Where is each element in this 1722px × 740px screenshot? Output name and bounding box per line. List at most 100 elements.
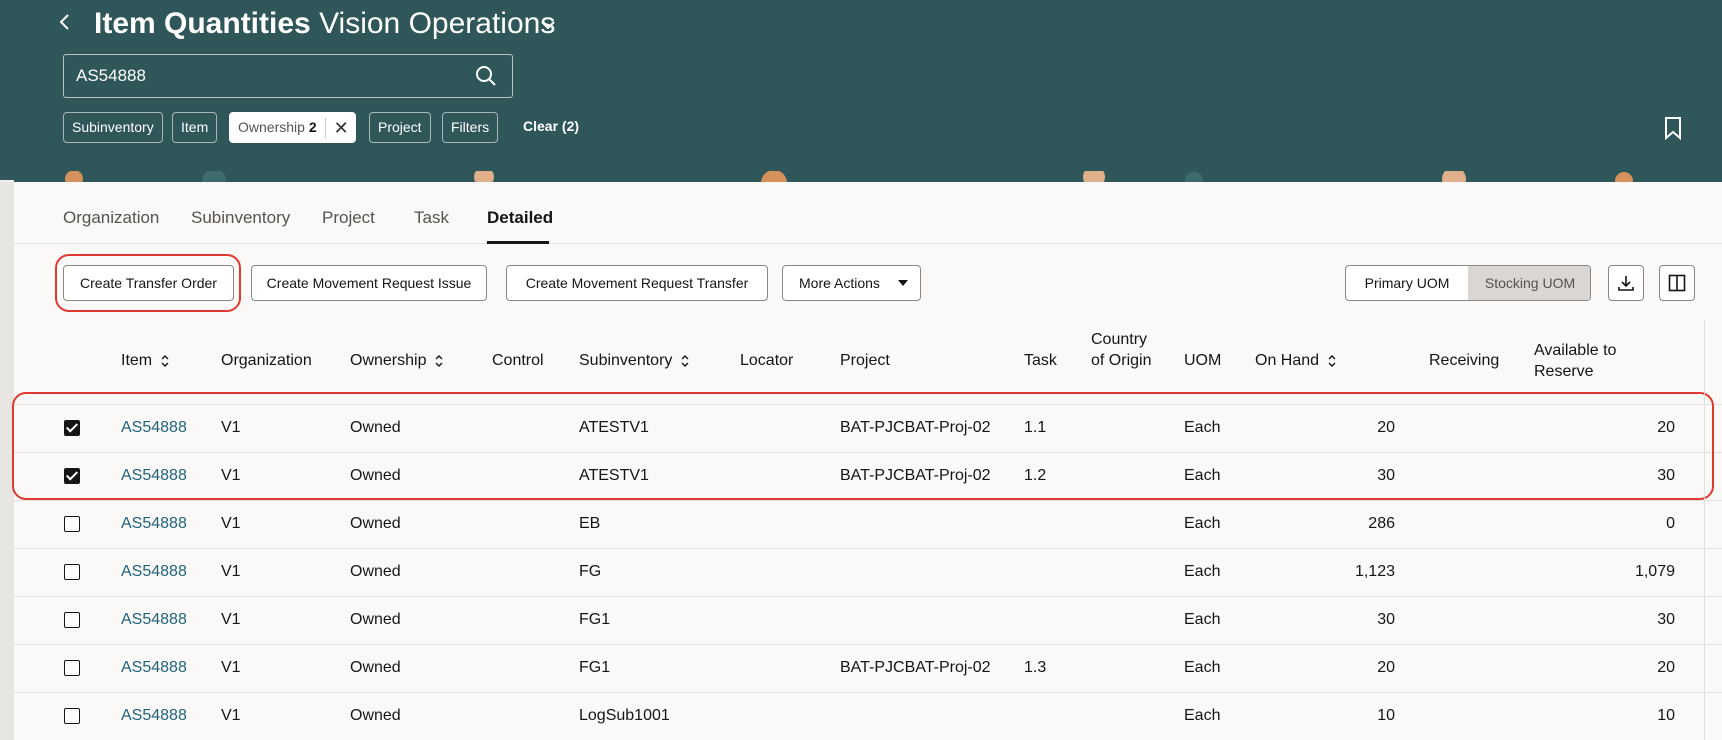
tab-selected-indicator <box>487 241 549 244</box>
cell-task: 1.2 <box>1024 467 1047 484</box>
cell-project: BAT-PJCBAT-Proj-02 <box>840 467 991 484</box>
create-transfer-order-button[interactable]: Create Transfer Order <box>63 265 234 301</box>
primary-uom-option[interactable]: Primary UOM <box>1346 266 1468 300</box>
tab-subinventory[interactable]: Subinventory <box>191 208 290 228</box>
content-panel: Organization Subinventory Project Task D… <box>12 182 1722 740</box>
cell-organization: V1 <box>221 515 241 532</box>
table-row[interactable]: AS54888 V1 Owned LogSub1001 Each 10 10 <box>14 693 1722 740</box>
search-input[interactable]: AS54888 <box>63 54 513 98</box>
column-header-on-hand[interactable]: On Hand <box>1255 350 1337 371</box>
column-header-ownership[interactable]: Ownership <box>350 350 444 371</box>
search-value[interactable]: AS54888 <box>76 66 146 86</box>
export-button[interactable] <box>1608 265 1644 301</box>
column-header-task[interactable]: Task <box>1024 350 1057 371</box>
create-movement-request-issue-button[interactable]: Create Movement Request Issue <box>251 265 487 301</box>
filter-project[interactable]: Project <box>369 112 431 143</box>
column-header-locator[interactable]: Locator <box>740 350 793 371</box>
sort-icon[interactable] <box>680 354 690 368</box>
cell-subinventory: ATESTV1 <box>579 467 649 484</box>
filter-ownership-label: Ownership <box>238 119 305 135</box>
page-title-main: Item Quantities <box>94 7 311 40</box>
column-item-label: Item <box>121 352 153 369</box>
row-checkbox[interactable] <box>64 516 80 532</box>
cell-ownership: Owned <box>350 467 401 484</box>
cell-organization: V1 <box>221 419 241 436</box>
column-header-control[interactable]: Control <box>492 350 544 371</box>
cell-organization: V1 <box>221 659 241 676</box>
column-header-receiving[interactable]: Receiving <box>1429 350 1499 371</box>
table-scroll-edge <box>1704 320 1722 740</box>
filter-item[interactable]: Item <box>172 112 218 143</box>
clear-filters-link[interactable]: Clear (2) <box>523 118 579 134</box>
column-ownership-label: Ownership <box>350 352 427 369</box>
search-icon[interactable] <box>474 64 498 88</box>
column-header-organization[interactable]: Organization <box>221 350 312 371</box>
filter-more-label: Filters <box>451 119 490 135</box>
tab-task[interactable]: Task <box>414 208 449 228</box>
column-header-project[interactable]: Project <box>840 350 890 371</box>
column-header-item[interactable]: Item <box>121 350 170 371</box>
filter-ownership[interactable]: Ownership 2 ✕ <box>229 112 356 143</box>
cell-project: BAT-PJCBAT-Proj-02 <box>840 419 991 436</box>
row-checkbox[interactable] <box>64 468 80 484</box>
cell-on-hand: 1,123 <box>1354 563 1395 580</box>
cell-item[interactable]: AS54888 <box>121 611 187 629</box>
more-actions-label: More Actions <box>799 275 880 291</box>
cell-project: BAT-PJCBAT-Proj-02 <box>840 659 991 676</box>
download-icon <box>1618 276 1634 291</box>
column-header-subinventory[interactable]: Subinventory <box>579 350 690 371</box>
tab-organization[interactable]: Organization <box>63 208 159 228</box>
cell-item[interactable]: AS54888 <box>121 659 187 677</box>
close-icon[interactable]: ✕ <box>324 118 349 139</box>
table-row[interactable]: AS54888 V1 Owned FG1 BAT-PJCBAT-Proj-02 1.3 Ea… <box>14 645 1722 693</box>
cell-subinventory: LogSub1001 <box>579 707 670 724</box>
cell-organization: V1 <box>221 707 241 724</box>
table-row[interactable]: AS54888 V1 Owned ATESTV1 BAT-PJCBAT-Proj-02 1… <box>14 405 1722 453</box>
cell-item[interactable]: AS54888 <box>121 419 187 437</box>
column-panel-button[interactable] <box>1659 265 1695 301</box>
stocking-uom-option[interactable]: Stocking UOM <box>1468 266 1590 300</box>
table-row[interactable]: AS54888 V1 Owned FG1 Each 30 30 <box>14 597 1722 645</box>
table-row[interactable]: AS54888 V1 Owned FG Each 1,123 1,079 <box>14 549 1722 597</box>
cell-on-hand: 30 <box>1377 611 1395 628</box>
more-actions-button[interactable]: More Actions <box>782 265 921 301</box>
row-checkbox[interactable] <box>64 564 80 580</box>
table-row[interactable]: AS54888 V1 Owned ATESTV1 BAT-PJCBAT-Proj-02 1… <box>14 453 1722 501</box>
filter-subinventory[interactable]: Subinventory <box>63 112 163 143</box>
cell-on-hand: 286 <box>1368 515 1395 532</box>
back-icon[interactable] <box>58 8 82 40</box>
cell-available: 1,079 <box>1634 563 1675 580</box>
column-header-country[interactable]: Country of Origin <box>1091 329 1161 371</box>
create-movement-request-transfer-button[interactable]: Create Movement Request Transfer <box>506 265 768 301</box>
column-header-uom[interactable]: UOM <box>1184 350 1221 371</box>
cell-item[interactable]: AS54888 <box>121 563 187 581</box>
table-row[interactable]: AS54888 V1 Owned EB Each 286 0 <box>14 501 1722 549</box>
cell-subinventory: FG1 <box>579 611 611 628</box>
cell-available: 20 <box>1657 659 1675 676</box>
cell-item[interactable]: AS54888 <box>121 467 187 485</box>
tab-detailed[interactable]: Detailed <box>487 208 553 228</box>
cell-ownership: Owned <box>350 659 401 676</box>
cell-uom: Each <box>1184 659 1221 676</box>
tab-project[interactable]: Project <box>322 208 375 228</box>
cell-item[interactable]: AS54888 <box>121 707 187 725</box>
page-title-org: Vision Operations <box>319 7 556 40</box>
chevron-down-icon[interactable] <box>539 16 557 34</box>
column-header-available[interactable]: Available to Reserve <box>1534 340 1644 382</box>
filter-more[interactable]: Filters <box>442 112 499 143</box>
row-checkbox[interactable] <box>64 612 80 628</box>
sort-icon[interactable] <box>1327 354 1337 368</box>
bookmark-icon[interactable] <box>1664 116 1682 140</box>
cell-subinventory: FG <box>579 563 602 580</box>
row-checkbox[interactable] <box>64 708 80 724</box>
uom-toggle[interactable]: Primary UOM Stocking UOM <box>1345 265 1591 301</box>
cell-ownership: Owned <box>350 563 401 580</box>
row-checkbox[interactable] <box>64 420 80 436</box>
row-checkbox[interactable] <box>64 660 80 676</box>
cell-uom: Each <box>1184 611 1221 628</box>
cell-item[interactable]: AS54888 <box>121 515 187 533</box>
cell-subinventory: EB <box>579 515 601 532</box>
sort-icon[interactable] <box>160 354 170 368</box>
sort-icon[interactable] <box>434 354 444 368</box>
cell-uom: Each <box>1184 707 1221 724</box>
